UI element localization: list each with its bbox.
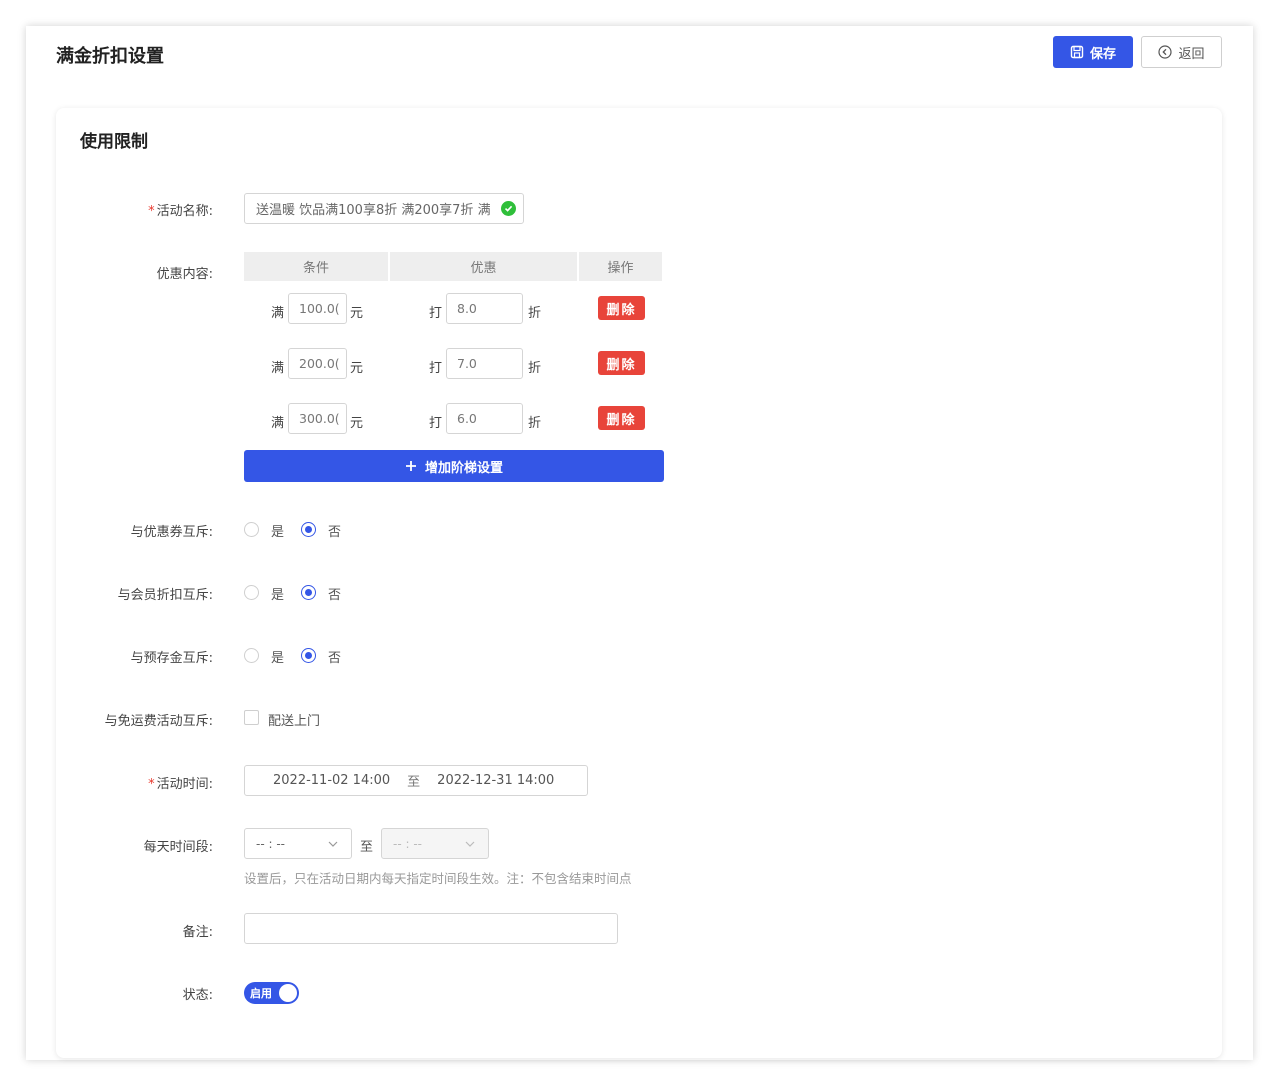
save-label: 保存: [1089, 46, 1116, 62]
home-delivery-checkbox[interactable]: [244, 710, 259, 725]
home-delivery-label: 配送上门: [268, 714, 321, 729]
row-prefix: 满: [271, 416, 285, 431]
remark-input[interactable]: [244, 913, 618, 944]
radio-label-yes: 是: [271, 588, 285, 603]
table-header-condition: 条件: [244, 252, 388, 281]
check-circle-icon: [501, 201, 516, 216]
deposit-exclusive-yes-radio[interactable]: [244, 648, 259, 663]
delete-button[interactable]: 删除: [598, 351, 645, 375]
coupon-exclusive-no-radio[interactable]: [301, 522, 316, 537]
row-discount-unit: 折: [528, 306, 542, 321]
row-discount-prefix: 打: [429, 361, 443, 376]
remark-label: 备注:: [182, 925, 213, 940]
radio-label-yes: 是: [271, 525, 285, 540]
row-unit: 元: [350, 306, 364, 321]
row-prefix: 满: [271, 306, 285, 321]
activity-time-label: * 活动时间:: [148, 777, 213, 792]
row-unit: 元: [350, 416, 364, 431]
save-button[interactable]: 保存: [1053, 36, 1133, 68]
row-discount-prefix: 打: [429, 306, 443, 321]
deposit-exclusive-no-radio[interactable]: [301, 648, 316, 663]
radio-label-no: 否: [328, 651, 342, 666]
required-mark: *: [148, 777, 155, 792]
discount-rate-input[interactable]: 7.0: [446, 348, 523, 379]
delete-button[interactable]: 删除: [598, 296, 645, 320]
table-header-action: 操作: [579, 252, 662, 281]
radio-label-no: 否: [328, 525, 342, 540]
page-title: 满金折扣设置: [56, 46, 164, 67]
row-discount-prefix: 打: [429, 416, 443, 431]
range-separator: 至: [407, 775, 421, 790]
daily-start-time-select[interactable]: -- : --: [244, 828, 352, 859]
add-tier-label: 增加阶梯设置: [424, 460, 503, 476]
toggle-knob: [279, 984, 297, 1002]
activity-name-label: * 活动名称:: [148, 204, 213, 219]
delete-button[interactable]: 删除: [598, 406, 645, 430]
discount-label: 优惠内容:: [156, 267, 213, 282]
back-button[interactable]: 返回: [1141, 36, 1222, 68]
condition-amount-input[interactable]: 100.0(: [288, 293, 347, 324]
save-icon: [1070, 45, 1084, 59]
condition-amount-input[interactable]: 200.0(: [288, 348, 347, 379]
back-circle-icon: [1158, 45, 1173, 59]
status-toggle[interactable]: 启用: [244, 982, 299, 1004]
settings-card: [56, 108, 1222, 1058]
chevron-down-icon: [465, 841, 475, 847]
row-discount-unit: 折: [528, 361, 542, 376]
start-datetime: 2022-11-02 14:00: [273, 773, 391, 788]
daily-period-label: 每天时间段:: [143, 840, 213, 855]
status-toggle-text: 启用: [250, 987, 272, 1000]
time-separator: 至: [360, 840, 374, 855]
back-label: 返回: [1178, 46, 1205, 62]
discount-rate-input[interactable]: 6.0: [446, 403, 523, 434]
radio-label-no: 否: [328, 588, 342, 603]
radio-label-yes: 是: [271, 651, 285, 666]
member-exclusive-label: 与会员折扣互斥:: [117, 588, 213, 603]
activity-name-input[interactable]: 送温暖 饮品满100享8折 满200享7折 满: [244, 193, 524, 224]
row-prefix: 满: [271, 361, 285, 376]
condition-amount-input[interactable]: 300.0(: [288, 403, 347, 434]
member-exclusive-no-radio[interactable]: [301, 585, 316, 600]
end-datetime: 2022-12-31 14:00: [437, 773, 555, 788]
row-unit: 元: [350, 361, 364, 376]
table-header-discount: 优惠: [390, 252, 577, 281]
member-exclusive-yes-radio[interactable]: [244, 585, 259, 600]
discount-rate-input[interactable]: 8.0: [446, 293, 523, 324]
row-discount-unit: 折: [528, 416, 542, 431]
daily-period-hint: 设置后，只在活动日期内每天指定时间段生效。注：不包含结束时间点: [244, 871, 632, 886]
add-tier-button[interactable]: 增加阶梯设置: [244, 450, 664, 482]
daily-end-time-select[interactable]: -- : --: [381, 828, 489, 859]
deposit-exclusive-label: 与预存金互斥:: [130, 651, 213, 666]
required-mark: *: [148, 204, 155, 219]
status-label: 状态:: [182, 988, 213, 1003]
plus-icon: [405, 461, 416, 471]
activity-time-range-picker[interactable]: 2022-11-02 14:00 至 2022-12-31 14:00: [244, 765, 588, 796]
coupon-exclusive-yes-radio[interactable]: [244, 522, 259, 537]
chevron-down-icon: [328, 841, 338, 847]
free-shipping-exclusive-label: 与免运费活动互斥:: [104, 714, 213, 729]
coupon-exclusive-label: 与优惠券互斥:: [130, 525, 213, 540]
section-title: 使用限制: [80, 132, 148, 152]
